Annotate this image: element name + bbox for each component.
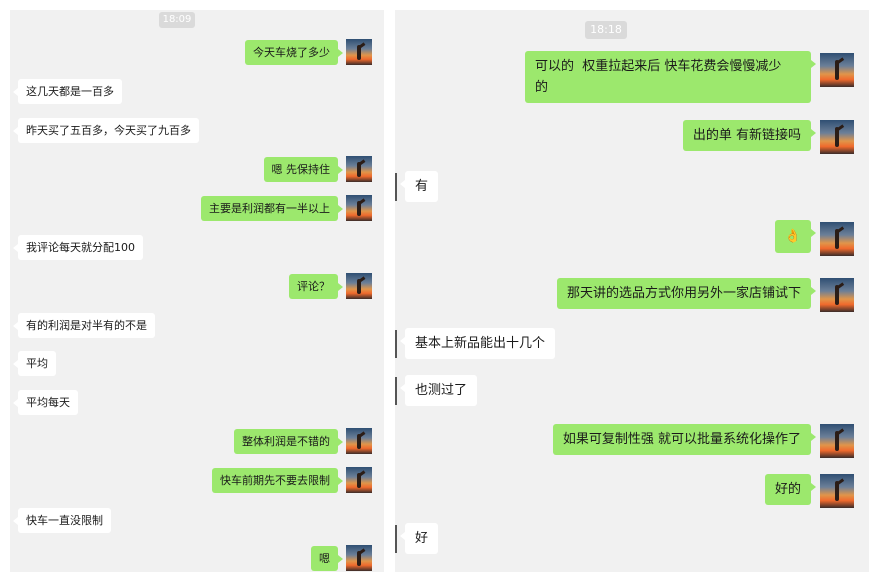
avatar[interactable] <box>346 273 372 299</box>
message-bubble-outgoing[interactable]: 整体利润是不错的 <box>234 429 343 454</box>
avatar[interactable] <box>820 120 854 154</box>
message-bubble-outgoing[interactable]: 可以的 权重拉起来后 快车花费会慢慢减少 的 <box>525 51 816 103</box>
quote-marker <box>395 525 397 553</box>
quote-marker <box>395 173 397 201</box>
avatar[interactable] <box>820 424 854 458</box>
message-bubble-incoming[interactable]: 我评论每天就分配100 <box>13 235 143 260</box>
message-bubble-outgoing[interactable]: 那天讲的选品方式你用另外一家店铺试下 <box>556 278 817 309</box>
message-bubble-outgoing[interactable]: 评论？ <box>289 274 343 299</box>
message-bubble-outgoing[interactable]: 主要是利润都有一半以上 <box>201 196 343 221</box>
avatar[interactable] <box>346 428 372 454</box>
ok-hand-emoji-icon[interactable]: 👌 <box>774 220 817 253</box>
message-bubble-outgoing[interactable]: 嗯 <box>311 546 343 571</box>
message-bubble-incoming[interactable]: 也测过了 <box>399 375 478 406</box>
avatar[interactable] <box>346 467 372 493</box>
message-bubble-outgoing[interactable]: 出的单 有新链接吗 <box>682 120 817 151</box>
message-bubble-outgoing[interactable]: 快车前期先不要去限制 <box>212 468 343 493</box>
timestamp: 18:18 <box>585 21 627 39</box>
avatar[interactable] <box>820 474 854 508</box>
message-bubble-incoming[interactable]: 有的利润是对半有的不是 <box>13 313 155 338</box>
avatar[interactable] <box>346 39 372 65</box>
message-bubble-incoming[interactable]: 平均每天 <box>13 390 78 415</box>
message-bubble-outgoing[interactable]: 今天车烧了多少 <box>245 40 343 65</box>
right-chat-panel: 18:18 可以的 权重拉起来后 快车花费会慢慢减少 的 出的单 有新链接吗 有… <box>395 10 869 572</box>
message-bubble-incoming[interactable]: 有 <box>399 171 439 202</box>
quote-marker <box>395 330 397 358</box>
avatar[interactable] <box>346 545 372 571</box>
message-bubble-incoming[interactable]: 昨天买了五百多，今天买了九百多 <box>13 118 199 143</box>
message-bubble-incoming[interactable]: 好 <box>399 523 439 554</box>
left-chat-panel: 18:09 今天车烧了多少 这几天都是一百多 昨天买了五百多，今天买了九百多 嗯… <box>10 10 384 572</box>
timestamp: 18:09 <box>159 12 195 28</box>
message-bubble-incoming[interactable]: 这几天都是一百多 <box>13 79 122 104</box>
avatar[interactable] <box>820 278 854 312</box>
avatar[interactable] <box>820 222 854 256</box>
message-bubble-outgoing[interactable]: 嗯 先保持住 <box>263 157 343 182</box>
message-bubble-incoming[interactable]: 基本上新品能出十几个 <box>399 328 556 359</box>
quote-marker <box>395 377 397 405</box>
avatar[interactable] <box>346 195 372 221</box>
message-bubble-outgoing[interactable]: 好的 <box>764 474 817 505</box>
avatar[interactable] <box>820 53 854 87</box>
avatar[interactable] <box>346 156 372 182</box>
message-bubble-outgoing[interactable]: 如果可复制性强 就可以批量系统化操作了 <box>552 424 817 455</box>
message-bubble-incoming[interactable]: 平均 <box>13 351 56 376</box>
message-bubble-incoming[interactable]: 快车一直没限制 <box>13 508 111 533</box>
